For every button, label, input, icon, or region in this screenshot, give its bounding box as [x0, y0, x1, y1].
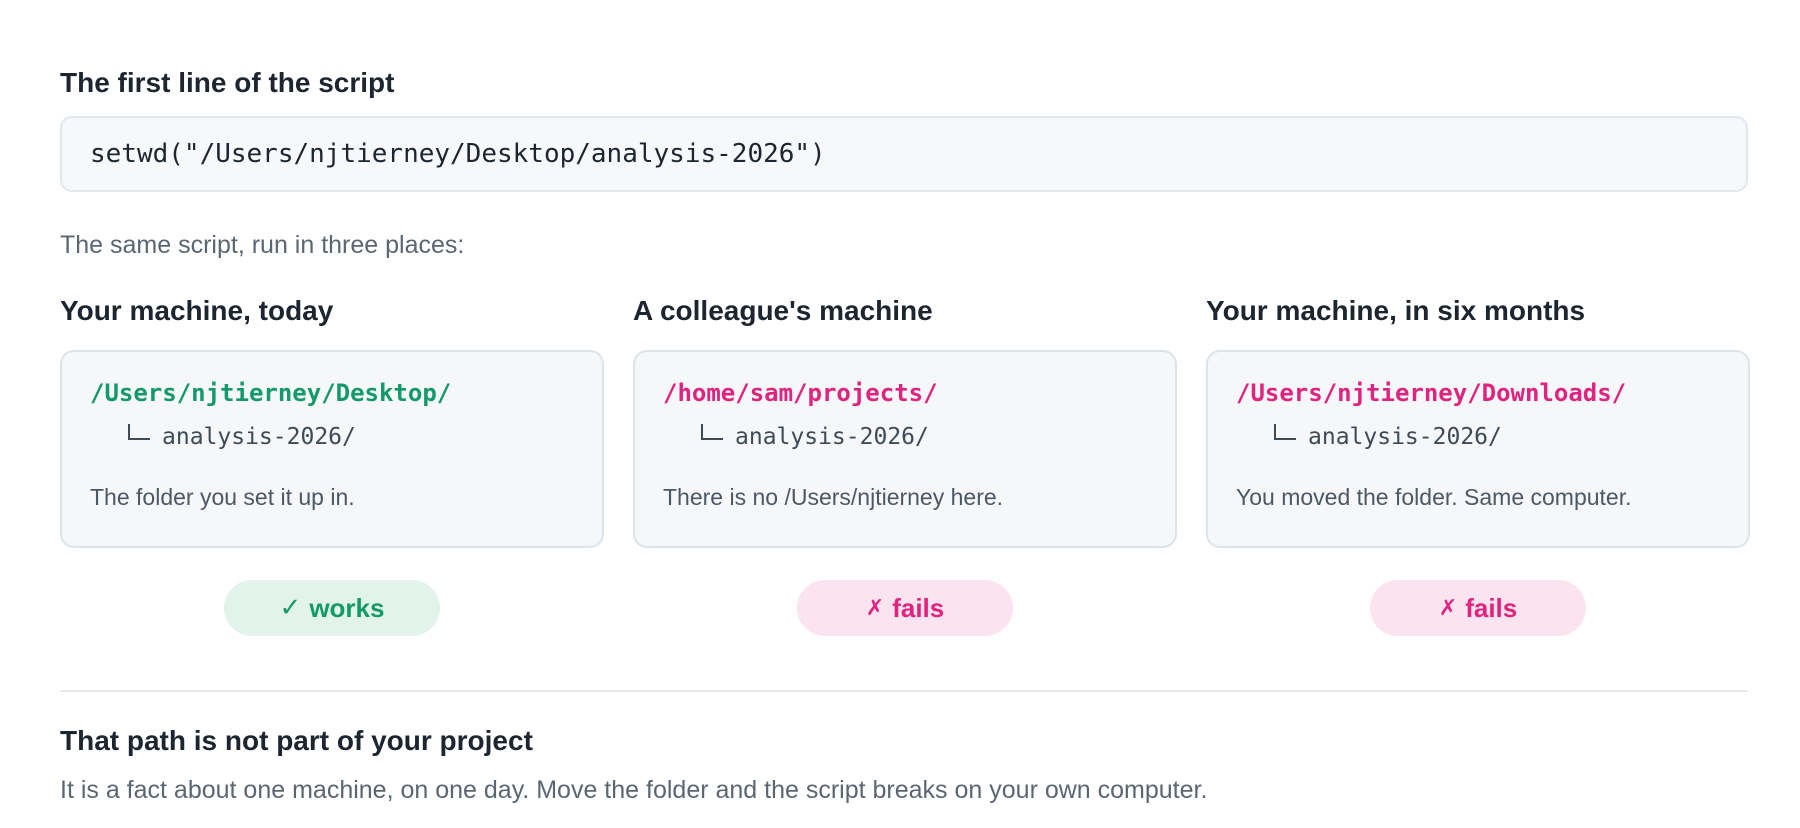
tree-branch-icon: [128, 424, 150, 440]
folder-tree: analysis-2026/: [90, 422, 574, 452]
subfolder-name: analysis-2026/: [162, 424, 356, 450]
badge-wrap: ✗ fails: [1206, 580, 1750, 636]
subfolder-name: analysis-2026/: [1308, 424, 1502, 450]
scenario-card: /Users/njtierney/Downloads/ analysis-202…: [1206, 350, 1750, 548]
folder-tree: analysis-2026/: [663, 422, 1147, 452]
subfolder-name: analysis-2026/: [735, 424, 929, 450]
scenario-card: /home/sam/projects/ analysis-2026/ There…: [633, 350, 1177, 548]
status-badge-works: ✓ works: [224, 580, 440, 636]
cross-icon: ✗: [1438, 595, 1458, 621]
scenario-colleague: A colleague's machine /home/sam/projects…: [633, 294, 1177, 636]
intro-text: The same script, run in three places:: [60, 231, 465, 259]
scenario-six-months: Your machine, in six months /Users/njtie…: [1206, 294, 1750, 636]
folder-tree: analysis-2026/: [1236, 422, 1720, 452]
check-icon: ✓: [279, 593, 302, 623]
status-badge-label: fails: [1465, 592, 1518, 623]
scenario-path: /home/sam/projects/: [663, 379, 938, 407]
conclusion-heading: That path is not part of your project: [60, 725, 533, 756]
cross-icon: ✗: [865, 595, 885, 621]
scenario-card: /Users/njtierney/Desktop/ analysis-2026/…: [60, 350, 604, 548]
badge-wrap: ✗ fails: [633, 580, 1177, 636]
scenario-note: The folder you set it up in.: [90, 484, 355, 510]
section-divider: [60, 690, 1748, 692]
scenario-path: /Users/njtierney/Desktop/: [90, 379, 452, 407]
status-badge-fails: ✗ fails: [797, 580, 1013, 636]
scenario-note: There is no /Users/njtierney here.: [663, 484, 1004, 510]
tree-branch-icon: [701, 424, 723, 440]
badge-wrap: ✓ works: [60, 580, 604, 636]
code-block: setwd("/Users/njtierney/Desktop/analysis…: [60, 116, 1748, 192]
scenario-note: You moved the folder. Same computer.: [1236, 484, 1632, 510]
code-line: setwd("/Users/njtierney/Desktop/analysis…: [90, 139, 826, 169]
scenario-heading: Your machine, today: [60, 295, 334, 326]
status-badge-label: fails: [892, 592, 945, 623]
scenario-today: Your machine, today /Users/njtierney/Des…: [60, 294, 604, 636]
scenario-heading: A colleague's machine: [633, 295, 933, 326]
tree-branch-icon: [1274, 424, 1296, 440]
conclusion-text: It is a fact about one machine, on one d…: [60, 776, 1208, 804]
scenario-path: /Users/njtierney/Downloads/: [1236, 379, 1627, 407]
status-badge-fails: ✗ fails: [1370, 580, 1586, 636]
script-heading: The first line of the script: [60, 67, 395, 98]
scenario-heading: Your machine, in six months: [1206, 295, 1586, 326]
status-badge-label: works: [309, 592, 385, 623]
